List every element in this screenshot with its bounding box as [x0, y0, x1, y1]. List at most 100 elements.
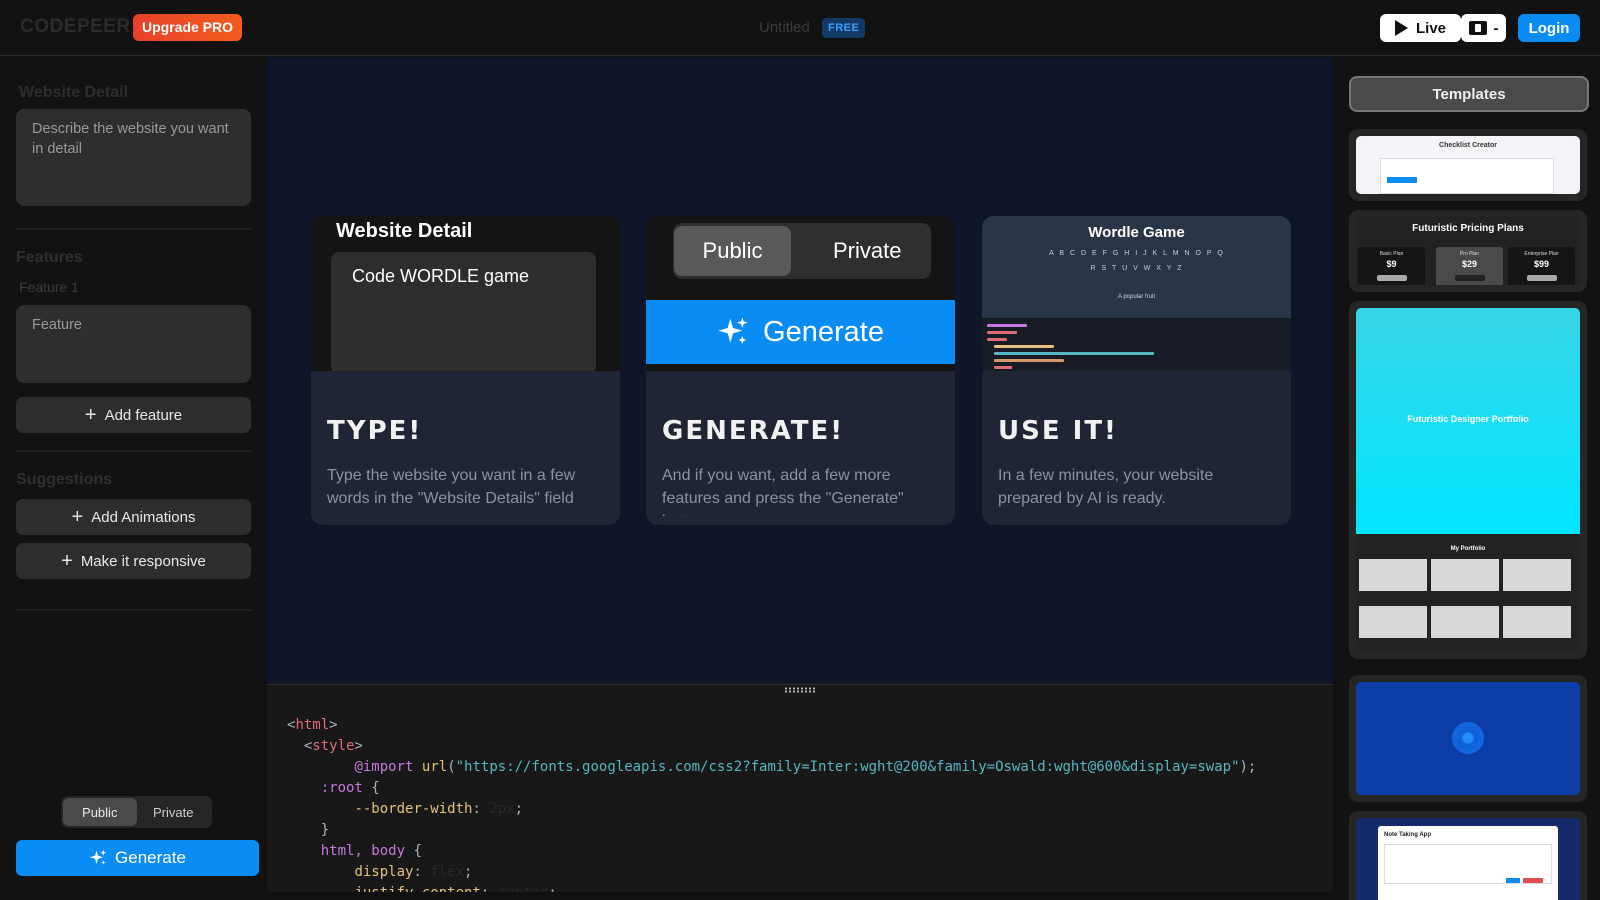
code-token: url: [421, 759, 448, 775]
visibility-public[interactable]: Public: [63, 798, 137, 826]
template-name: Note Taking App: [1384, 832, 1431, 838]
sparkles-icon: [89, 849, 107, 865]
portfolio-caption: [1359, 638, 1427, 644]
code-token: }: [287, 822, 330, 838]
portfolio-item: [1431, 606, 1499, 644]
step-heading: TYPE!: [327, 416, 423, 446]
plan-price: $9: [1386, 259, 1397, 269]
step-image-private: Private: [833, 238, 902, 263]
step-image-code: [982, 318, 1291, 371]
code-token: 2px: [489, 801, 515, 817]
login-button[interactable]: Login: [1518, 14, 1580, 42]
tokens-button[interactable]: -: [1461, 14, 1506, 42]
code-token: ;: [548, 885, 556, 892]
code-token: ;: [514, 801, 524, 817]
feature-1-label: Feature 1: [19, 279, 79, 295]
template-card[interactable]: Checklist Creator: [1349, 129, 1587, 201]
suggestion-label: Make it responsive: [80, 552, 206, 570]
step-card-generate: Public Private Generate GENERATE! And if…: [646, 216, 955, 525]
website-detail-input[interactable]: [16, 109, 251, 206]
portfolio-row: [1359, 559, 1571, 597]
plus-icon: +: [84, 404, 97, 426]
step-image-input-text: Code WORDLE game: [352, 266, 530, 286]
step-image-input: Code WORDLE game: [331, 252, 596, 371]
glowing-orb-icon: [1452, 722, 1484, 754]
step-image-generate: Generate: [646, 300, 955, 364]
document-title[interactable]: Untitled: [759, 19, 810, 36]
step-image-toggle: Public Private: [673, 223, 931, 279]
code-line: [994, 366, 1012, 369]
plan-title: Pro Plan: [1459, 251, 1480, 257]
code-line: <html>: [287, 715, 1256, 736]
code-line: html, body {: [287, 841, 1256, 862]
template-card[interactable]: Note Taking App: [1349, 811, 1587, 900]
template-name: Checklist Creator: [1439, 142, 1497, 149]
code-token: :: [481, 885, 498, 892]
code-content[interactable]: <html> <style> @import url("https://font…: [287, 715, 1256, 892]
generate-button[interactable]: Generate: [16, 840, 259, 876]
portfolio-item: [1359, 606, 1427, 644]
keyboard-row: A B C D E F G H I J K L M N O P Q: [1049, 250, 1225, 257]
suggestion-make-responsive[interactable]: + Make it responsive: [16, 543, 251, 579]
code-token: :root: [320, 780, 363, 796]
portfolio-item: [1503, 606, 1571, 644]
portfolio-item: [1359, 559, 1427, 597]
code-line: [994, 345, 1054, 348]
plan-button: [1376, 275, 1407, 281]
template-card[interactable]: [1349, 675, 1587, 802]
step-heading: USE IT!: [998, 416, 1118, 446]
add-feature-button[interactable]: + Add feature: [16, 397, 251, 433]
code-token: style: [312, 738, 355, 754]
template-thumbnail: Checklist Creator: [1356, 136, 1580, 194]
live-button[interactable]: Live: [1380, 14, 1461, 42]
template-thumbnail: [1356, 682, 1580, 795]
resize-handle[interactable]: [784, 687, 816, 693]
step-image: Website Detail Code WORDLE game: [311, 216, 620, 371]
divider: [16, 450, 251, 452]
code-line: [987, 338, 1007, 341]
code-editor[interactable]: <html> <style> @import url("https://font…: [267, 684, 1333, 892]
template-thumbnail: Note Taking App: [1356, 818, 1580, 900]
code-token: flex: [430, 864, 465, 880]
portfolio-caption: [1431, 591, 1499, 597]
add-feature-label: Add feature: [104, 406, 183, 424]
step-image-title: Website Detail: [336, 220, 473, 242]
step-card-use-it: Wordle Game A B C D E F G H I J K L M N …: [982, 216, 1291, 525]
code-token: :: [472, 801, 490, 817]
code-token: {: [362, 780, 380, 796]
app-logo[interactable]: CODEPEER: [20, 16, 131, 38]
portfolio-item: [1503, 559, 1571, 597]
code-token: display: [354, 864, 414, 880]
templates-button[interactable]: Templates: [1349, 76, 1589, 112]
plan-button: [1526, 275, 1557, 281]
ticket-icon: [1468, 21, 1487, 35]
sparkles-icon: [718, 317, 748, 344]
tokens-count: -: [1493, 19, 1499, 37]
step-description: And if you want, add a few more features…: [662, 467, 904, 516]
plan-title: Basic Plan: [1379, 251, 1404, 257]
template-card[interactable]: Futuristic Designer Portfolio My Portfol…: [1349, 301, 1587, 659]
feature-input[interactable]: [16, 305, 251, 383]
code-line: --border-width: 2px;: [287, 799, 1256, 820]
visibility-private[interactable]: Private: [137, 798, 211, 826]
live-label: Live: [1415, 19, 1446, 37]
template-preview-button: [1523, 878, 1543, 883]
upgrade-pro-button[interactable]: Upgrade PRO: [133, 14, 243, 41]
template-card[interactable]: Futuristic Pricing Plans Basic Plan $9 P…: [1349, 210, 1587, 292]
step-description: In a few minutes, your website prepared …: [998, 467, 1214, 507]
templates-panel: Templates Checklist Creator Futuristic P…: [1333, 57, 1600, 900]
code-line: display: flex;: [287, 862, 1256, 883]
keyboard-row: R S T U V W X Y Z: [1090, 265, 1184, 272]
suggestion-add-animations[interactable]: + Add Animations: [16, 499, 251, 535]
step-description: Type the website you want in a few words…: [327, 467, 576, 507]
step-image: Public Private Generate: [646, 216, 955, 371]
plan-price: $29: [1461, 259, 1478, 269]
code-token: --border-width: [354, 801, 473, 817]
template-preview-button: [1506, 878, 1520, 883]
code-token: {: [405, 843, 422, 859]
